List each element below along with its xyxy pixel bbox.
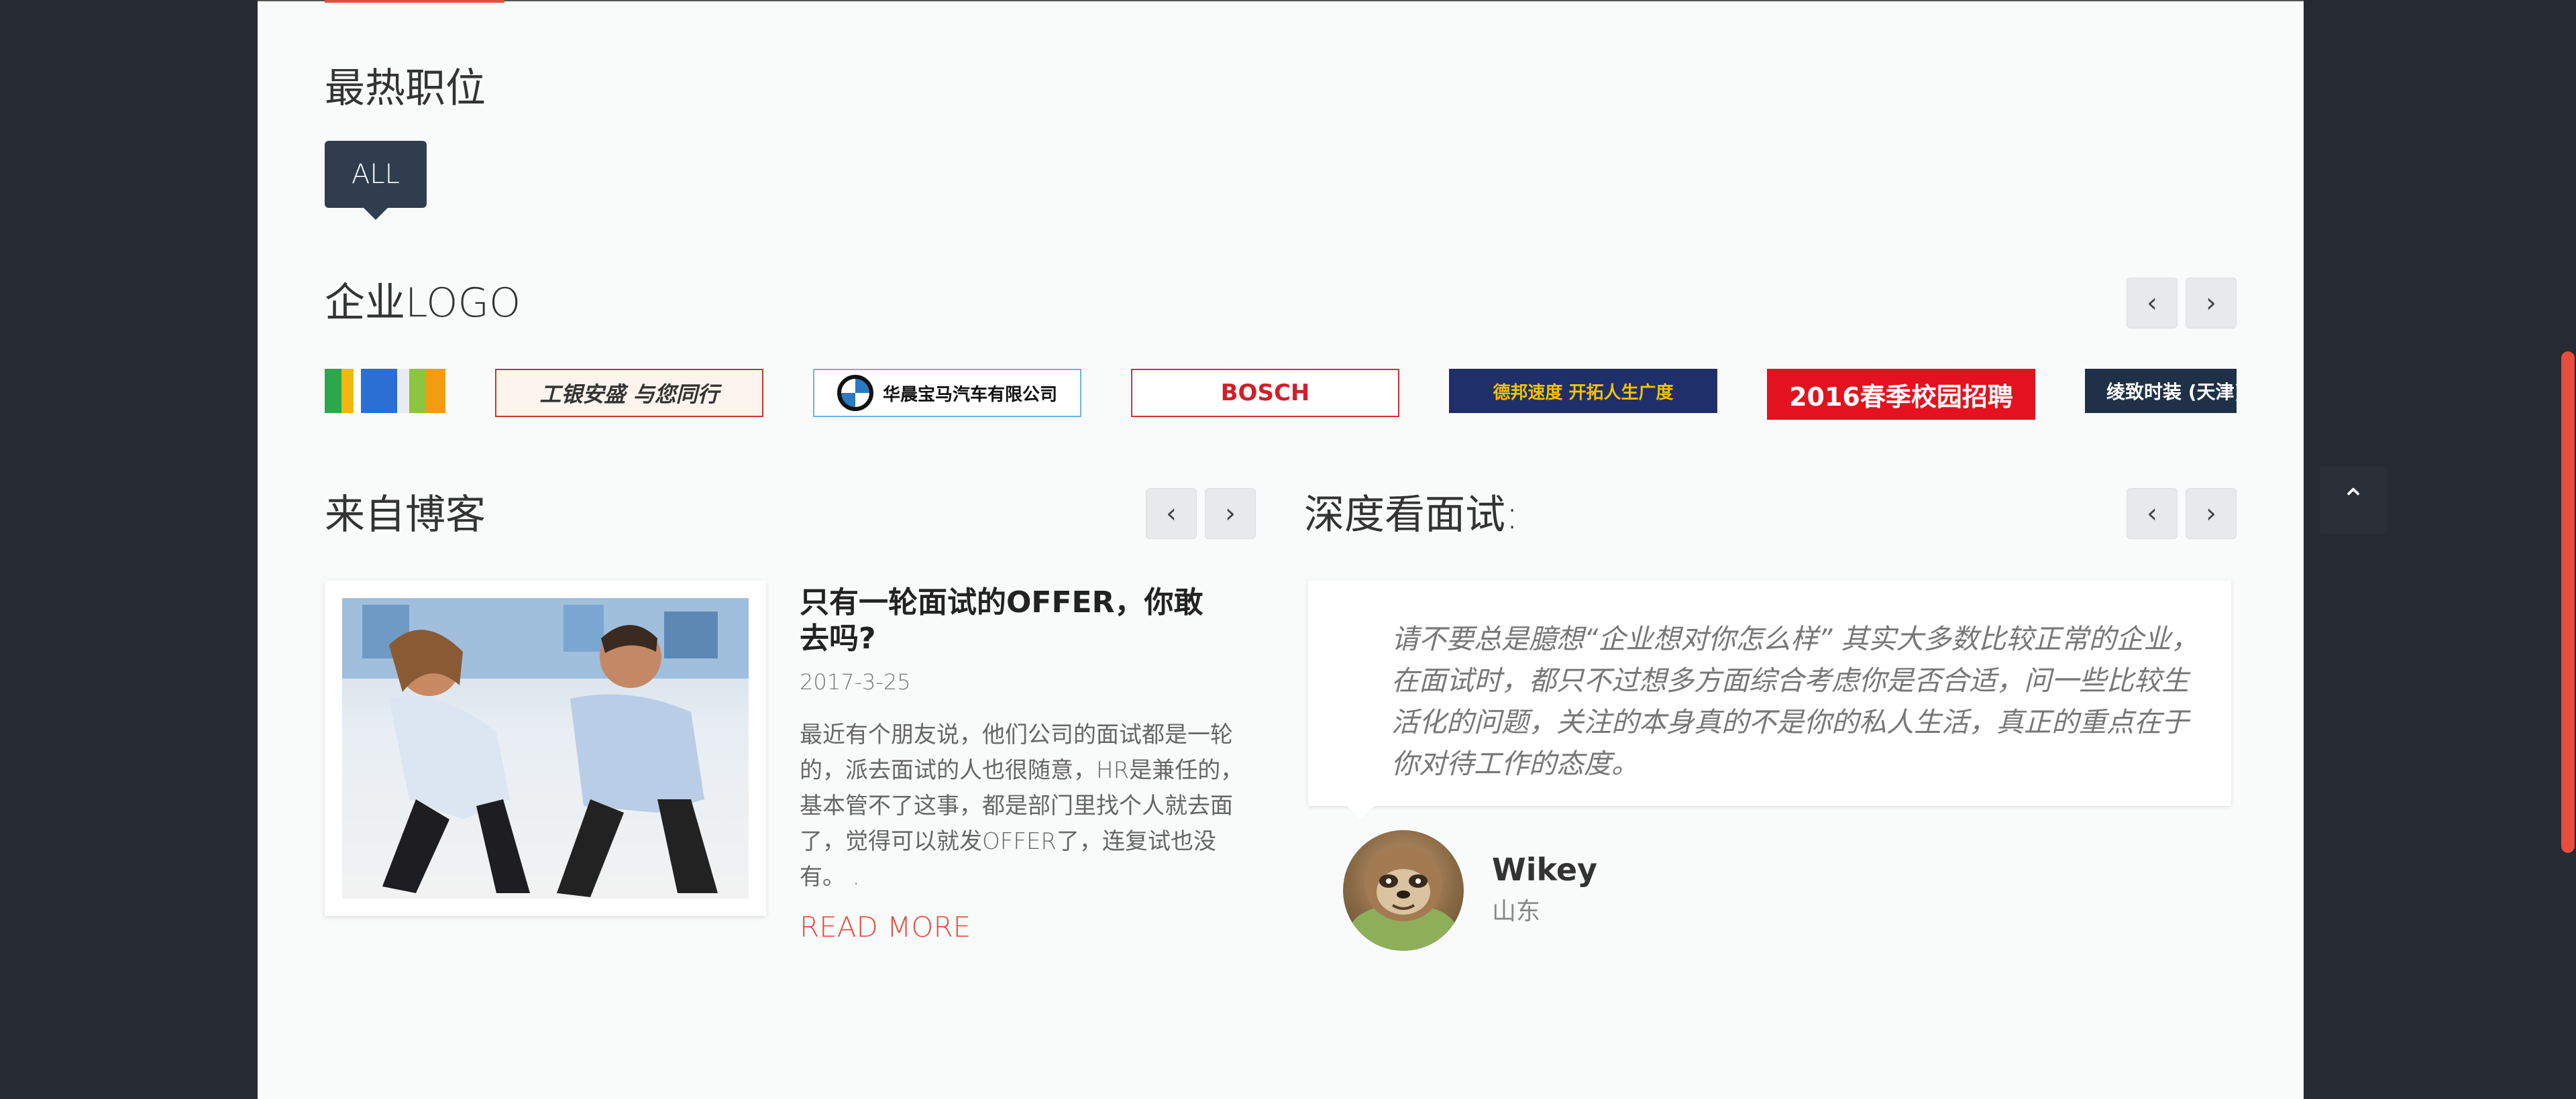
scroll-to-top-button[interactable]: ⌃ (2320, 467, 2387, 534)
blog-next-button[interactable]: › (1205, 488, 1256, 539)
blog-post-date: 2017-3-25 (800, 669, 911, 695)
chevron-right-icon: › (1225, 498, 1236, 529)
filter-all-button[interactable]: ALL (325, 141, 427, 220)
logos-next-button[interactable]: › (2186, 278, 2237, 329)
blog-prev-button[interactable]: ‹ (1146, 488, 1197, 539)
chevron-right-icon: › (2206, 288, 2216, 319)
chevron-left-icon: ‹ (2147, 288, 2157, 319)
sloth-avatar-image (1350, 846, 1457, 951)
blog-post-title[interactable]: 只有一轮面试的OFFER，你敢去吗? (800, 585, 1216, 657)
chevron-right-icon: › (2206, 498, 2216, 529)
chevron-left-icon: ‹ (1166, 498, 1177, 529)
hot-jobs-title: 最热职位 (325, 65, 486, 112)
page-scrollbar[interactable] (2560, 0, 2576, 1099)
logo-carousel: 工银安盛 与您同行 华晨宝马汽车有限公司 BOSCH 德邦速度 开拓人生广度 2… (325, 369, 2237, 420)
author-name: Wikey (1492, 852, 1598, 888)
logo-bestseller[interactable]: 绫致时装 (天津) (2085, 369, 2237, 413)
main-panel: 最热职位 ALL 企业LOGO ‹ › 工银安盛 与您同行 华晨宝马汽车有限公司… (258, 0, 2304, 1099)
blog-photo (342, 598, 749, 899)
chevron-up-icon: ⌃ (2341, 483, 2366, 517)
logo-debang[interactable]: 德邦速度 开拓人生广度 (1449, 369, 1717, 413)
logos-prev-button[interactable]: ‹ (2127, 278, 2178, 329)
runners-illustration (342, 598, 749, 897)
blog-title: 来自博客 (325, 491, 486, 538)
author-location: 山东 (1492, 898, 1541, 925)
scrollbar-thumb[interactable] (2561, 351, 2575, 853)
read-more-link[interactable]: READ MORE (800, 911, 971, 943)
author-avatar (1343, 830, 1464, 951)
interview-next-button[interactable]: › (2186, 488, 2237, 539)
testimonial-quote: 请不要总是臆想“企业想对你怎么样” 其实大多数比较正常的企业，在面试时，都只不过… (1308, 581, 2231, 819)
logo-bmw[interactable]: 华晨宝马汽车有限公司 (813, 369, 1081, 417)
logo-campus[interactable]: 2016春季校园招聘 (1767, 369, 2035, 420)
logo-colorful[interactable] (325, 369, 445, 413)
chevron-left-icon: ‹ (2147, 498, 2157, 529)
interview-title: 深度看面试: (1304, 491, 1519, 538)
interview-prev-button[interactable]: ‹ (2127, 488, 2178, 539)
logos-title: 企业LOGO (325, 280, 521, 327)
top-accent-bar (325, 0, 504, 3)
blog-post-image[interactable] (325, 581, 766, 916)
bmw-roundel-icon (837, 375, 873, 411)
top-divider (258, 0, 2304, 1)
logo-gongyin[interactable]: 工银安盛 与您同行 (495, 369, 763, 417)
blog-post-excerpt: 最近有个朋友说，他们公司的面试都是一轮的，派去面试的人也很随意，HR是兼任的，基… (800, 721, 1244, 890)
logo-bosch[interactable]: BOSCH (1131, 369, 1399, 417)
quote-text: 请不要总是臆想“企业想对你怎么样” 其实大多数比较正常的企业，在面试时，都只不过… (1391, 623, 2199, 780)
